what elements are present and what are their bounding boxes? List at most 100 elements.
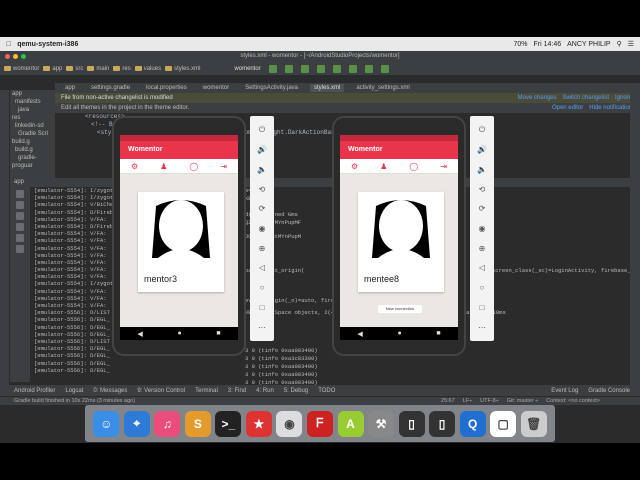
recents-icon[interactable]: ■ <box>436 330 440 337</box>
bottom-tool-tab[interactable]: TODO <box>318 388 335 394</box>
volume-up-icon[interactable]: 🔊 <box>476 144 488 156</box>
bottom-tool-tab[interactable]: 3: Find <box>228 388 246 394</box>
search-icon[interactable] <box>380 64 389 73</box>
notification-link[interactable]: Switch changelist <box>563 93 609 103</box>
zoom-icon[interactable]: ⊕ <box>256 242 268 254</box>
editor-tab[interactable]: SettingsActivity.java <box>241 84 302 92</box>
rotate-left-icon[interactable]: ⟲ <box>256 183 268 195</box>
breadcrumb-item[interactable]: styles.xml <box>165 66 200 72</box>
breadcrumb-item[interactable]: res <box>113 66 131 72</box>
clear-icon[interactable] <box>16 212 24 220</box>
git-branch[interactable]: Git: master ÷ <box>507 397 538 405</box>
editor-tab[interactable]: local.properties <box>142 84 191 92</box>
volume-down-icon[interactable]: 🔈 <box>476 163 488 175</box>
stop-icon[interactable] <box>316 64 325 73</box>
power-icon[interactable]: ⏻ <box>476 124 488 136</box>
rotate-right-icon[interactable]: ⟳ <box>256 203 268 215</box>
finder-icon[interactable]: ☺ <box>93 410 120 437</box>
tools-icon[interactable]: ⚒ <box>368 410 395 437</box>
debug-icon[interactable] <box>284 64 293 73</box>
notification-link[interactable]: Move changes <box>518 93 557 103</box>
menu-icon[interactable]: ☰ <box>628 40 634 48</box>
sync-icon[interactable] <box>332 64 341 73</box>
home-icon[interactable]: ○ <box>476 282 488 294</box>
chat-icon[interactable]: ◯ <box>409 162 418 171</box>
power-icon[interactable]: ⏻ <box>256 124 268 136</box>
encoding[interactable]: UTF-8÷ <box>480 397 499 405</box>
back-icon[interactable]: ◀ <box>137 330 142 338</box>
rotate-left-icon[interactable]: ⟲ <box>476 183 488 195</box>
home-icon[interactable]: ● <box>177 330 181 337</box>
apple-icon[interactable]:  <box>6 41 11 48</box>
minimize-window-button[interactable] <box>13 54 18 59</box>
sdk-icon[interactable] <box>364 64 373 73</box>
editor-tab[interactable]: styles.xml <box>310 84 345 92</box>
editor-tab[interactable]: womentor <box>199 84 233 92</box>
editor-tab[interactable]: activity_settings.xml <box>352 84 413 92</box>
back-icon[interactable]: ◁ <box>256 262 268 274</box>
settings-icon[interactable]: ⚙ <box>131 162 138 171</box>
clock[interactable]: Fri 14:46 <box>534 41 562 48</box>
zoom-icon[interactable]: ⊕ <box>476 242 488 254</box>
overview-icon[interactable]: □ <box>256 301 268 313</box>
bottom-tool-tab[interactable]: Terminal <box>195 388 218 394</box>
bottom-tool-tab[interactable]: 4: Run <box>256 388 274 394</box>
back-icon[interactable]: ◀ <box>357 330 362 338</box>
breadcrumb-item[interactable]: womentor <box>4 66 39 72</box>
bottom-tool-tab[interactable]: Event Log <box>551 388 578 394</box>
editor-tab[interactable]: settings.gradle <box>87 84 134 92</box>
itunes-icon[interactable]: ♫ <box>154 410 181 437</box>
breadcrumb-item[interactable]: src <box>66 66 83 72</box>
cursor-position[interactable]: 25:67 <box>441 397 455 405</box>
bottom-tool-tab[interactable]: Android Profiler <box>14 388 55 394</box>
wunderlist-icon[interactable]: ★ <box>245 410 272 437</box>
volume-up-icon[interactable]: 🔊 <box>256 144 268 156</box>
settings-icon[interactable] <box>16 245 24 253</box>
trash-icon[interactable]: 🗑 <box>520 410 547 437</box>
android-studio-icon[interactable]: A <box>337 410 364 437</box>
logout-icon[interactable]: ⇥ <box>220 162 227 171</box>
filter-icon[interactable] <box>16 234 24 242</box>
run-icon[interactable] <box>268 64 277 73</box>
recents-icon[interactable]: ■ <box>216 330 220 337</box>
sublime-icon[interactable]: S <box>184 410 211 437</box>
quicktime-icon[interactable]: Q <box>459 410 486 437</box>
phone-icon[interactable]: ▯ <box>429 410 456 437</box>
home-icon[interactable]: ● <box>397 330 401 337</box>
breadcrumb-item[interactable]: main <box>87 66 109 72</box>
rotate-right-icon[interactable]: ⟳ <box>476 203 488 215</box>
user-name[interactable]: ANCY PHILIP <box>567 41 610 48</box>
stop-icon[interactable] <box>16 201 24 209</box>
bottom-tool-tab[interactable]: Gradle Console <box>588 388 630 394</box>
people-icon[interactable]: ♟ <box>160 162 167 171</box>
notification-link[interactable]: Hide notification <box>589 103 632 113</box>
bottom-tool-tab[interactable]: 5: Debug <box>284 388 308 394</box>
simulator-icon[interactable]: ▯ <box>398 410 425 437</box>
volume-down-icon[interactable]: 🔈 <box>256 163 268 175</box>
avd-icon[interactable] <box>348 64 357 73</box>
bottom-tool-tab[interactable]: 0: Messages <box>93 388 127 394</box>
acrobat-icon[interactable]: ᖴ <box>306 410 333 437</box>
zoom-window-button[interactable] <box>21 54 26 59</box>
chrome-icon[interactable]: ◉ <box>276 410 303 437</box>
chat-icon[interactable]: ◯ <box>189 162 198 171</box>
camera-icon[interactable]: ◉ <box>256 222 268 234</box>
rerun-icon[interactable] <box>16 190 24 198</box>
context[interactable]: Context: <no context> <box>546 397 600 405</box>
battery-label[interactable]: 70% <box>513 41 527 48</box>
notification-link[interactable]: Open editor <box>552 103 583 113</box>
line-separator[interactable]: LF÷ <box>463 397 472 405</box>
people-icon[interactable]: ♟ <box>380 162 387 171</box>
search-icon[interactable]: ⚲ <box>617 40 622 48</box>
profile-icon[interactable] <box>300 64 309 73</box>
home-icon[interactable]: ○ <box>256 282 268 294</box>
scroll-icon[interactable] <box>16 223 24 231</box>
profile-card[interactable]: mentor3 <box>138 192 224 292</box>
logcat-process-label[interactable]: app <box>14 179 24 185</box>
logout-icon[interactable]: ⇥ <box>440 162 447 171</box>
editor-tab[interactable]: app <box>61 84 79 92</box>
bottom-tool-tab[interactable]: 9: Version Control <box>137 388 185 394</box>
more-icon[interactable]: ⋯ <box>256 321 268 333</box>
window-icon[interactable]: ▢ <box>490 410 517 437</box>
overview-icon[interactable]: □ <box>476 301 488 313</box>
